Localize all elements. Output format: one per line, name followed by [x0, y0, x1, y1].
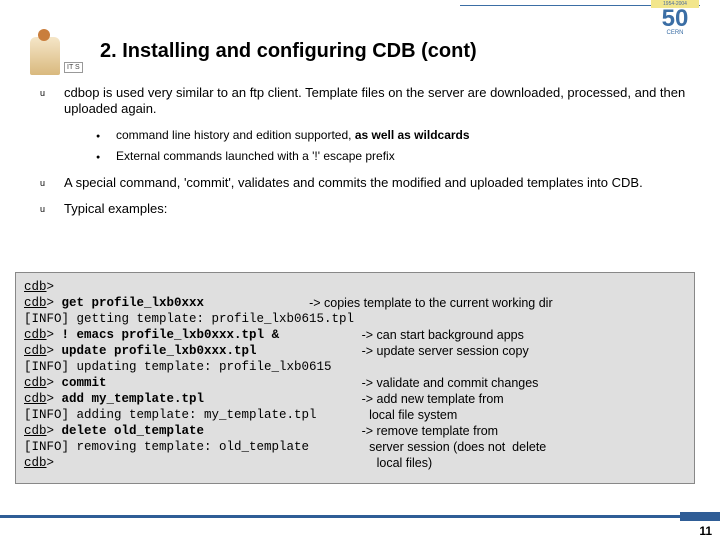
sub-bullet-2-text: External commands launched with a '!' es… — [116, 149, 395, 165]
slide-title: 2. Installing and configuring CDB (cont) — [100, 40, 477, 63]
sub-bullet-mark: ● — [96, 149, 116, 165]
bullet-1-rest: is used very similar to an ftp client. T… — [64, 85, 685, 116]
sub-bullet-1: ● command line history and edition suppo… — [96, 128, 690, 144]
code-example-box: cdb> cdb> get profile_lxb0xxx -> copies … — [15, 272, 695, 484]
logo-right: 1954-2004 5 0 CERN — [650, 0, 700, 50]
bullet-3-text: Typical examples: — [64, 201, 690, 217]
bullet-1: u cdbop is used very similar to an ftp c… — [40, 85, 690, 118]
sub-bullet-mark: ● — [96, 128, 116, 144]
bullet-2: u A special command, 'commit', validates… — [40, 175, 690, 191]
bullet-mark: u — [40, 201, 64, 217]
mascot-icon — [30, 37, 60, 75]
bullet-mark: u — [40, 175, 64, 191]
slide: IT S 1954-2004 5 0 CERN 2. Installing an… — [0, 0, 720, 540]
bullet-3: u Typical examples: — [40, 201, 690, 217]
fifty-digit-5: 5 — [662, 8, 675, 30]
sub-bullets: ● command line history and edition suppo… — [96, 128, 690, 165]
page-number: 11 — [699, 524, 712, 538]
logo-left: IT S — [30, 35, 90, 75]
sub-bullet-2: ● External commands launched with a '!' … — [96, 149, 690, 165]
bullet-2-text: A special command, 'commit', validates a… — [64, 175, 690, 191]
sub-bullet-1-text: command line history and edition support… — [116, 128, 470, 144]
bullet-mark: u — [40, 85, 64, 118]
content-area: u cdbop is used very similar to an ftp c… — [40, 85, 690, 227]
cdbop-keyword: cdbop — [64, 85, 99, 100]
it-label: IT S — [64, 62, 83, 73]
footer-bar — [0, 515, 720, 518]
bullet-1-text: cdbop is used very similar to an ftp cli… — [64, 85, 690, 118]
fifty-digit-0: 0 — [675, 8, 688, 30]
